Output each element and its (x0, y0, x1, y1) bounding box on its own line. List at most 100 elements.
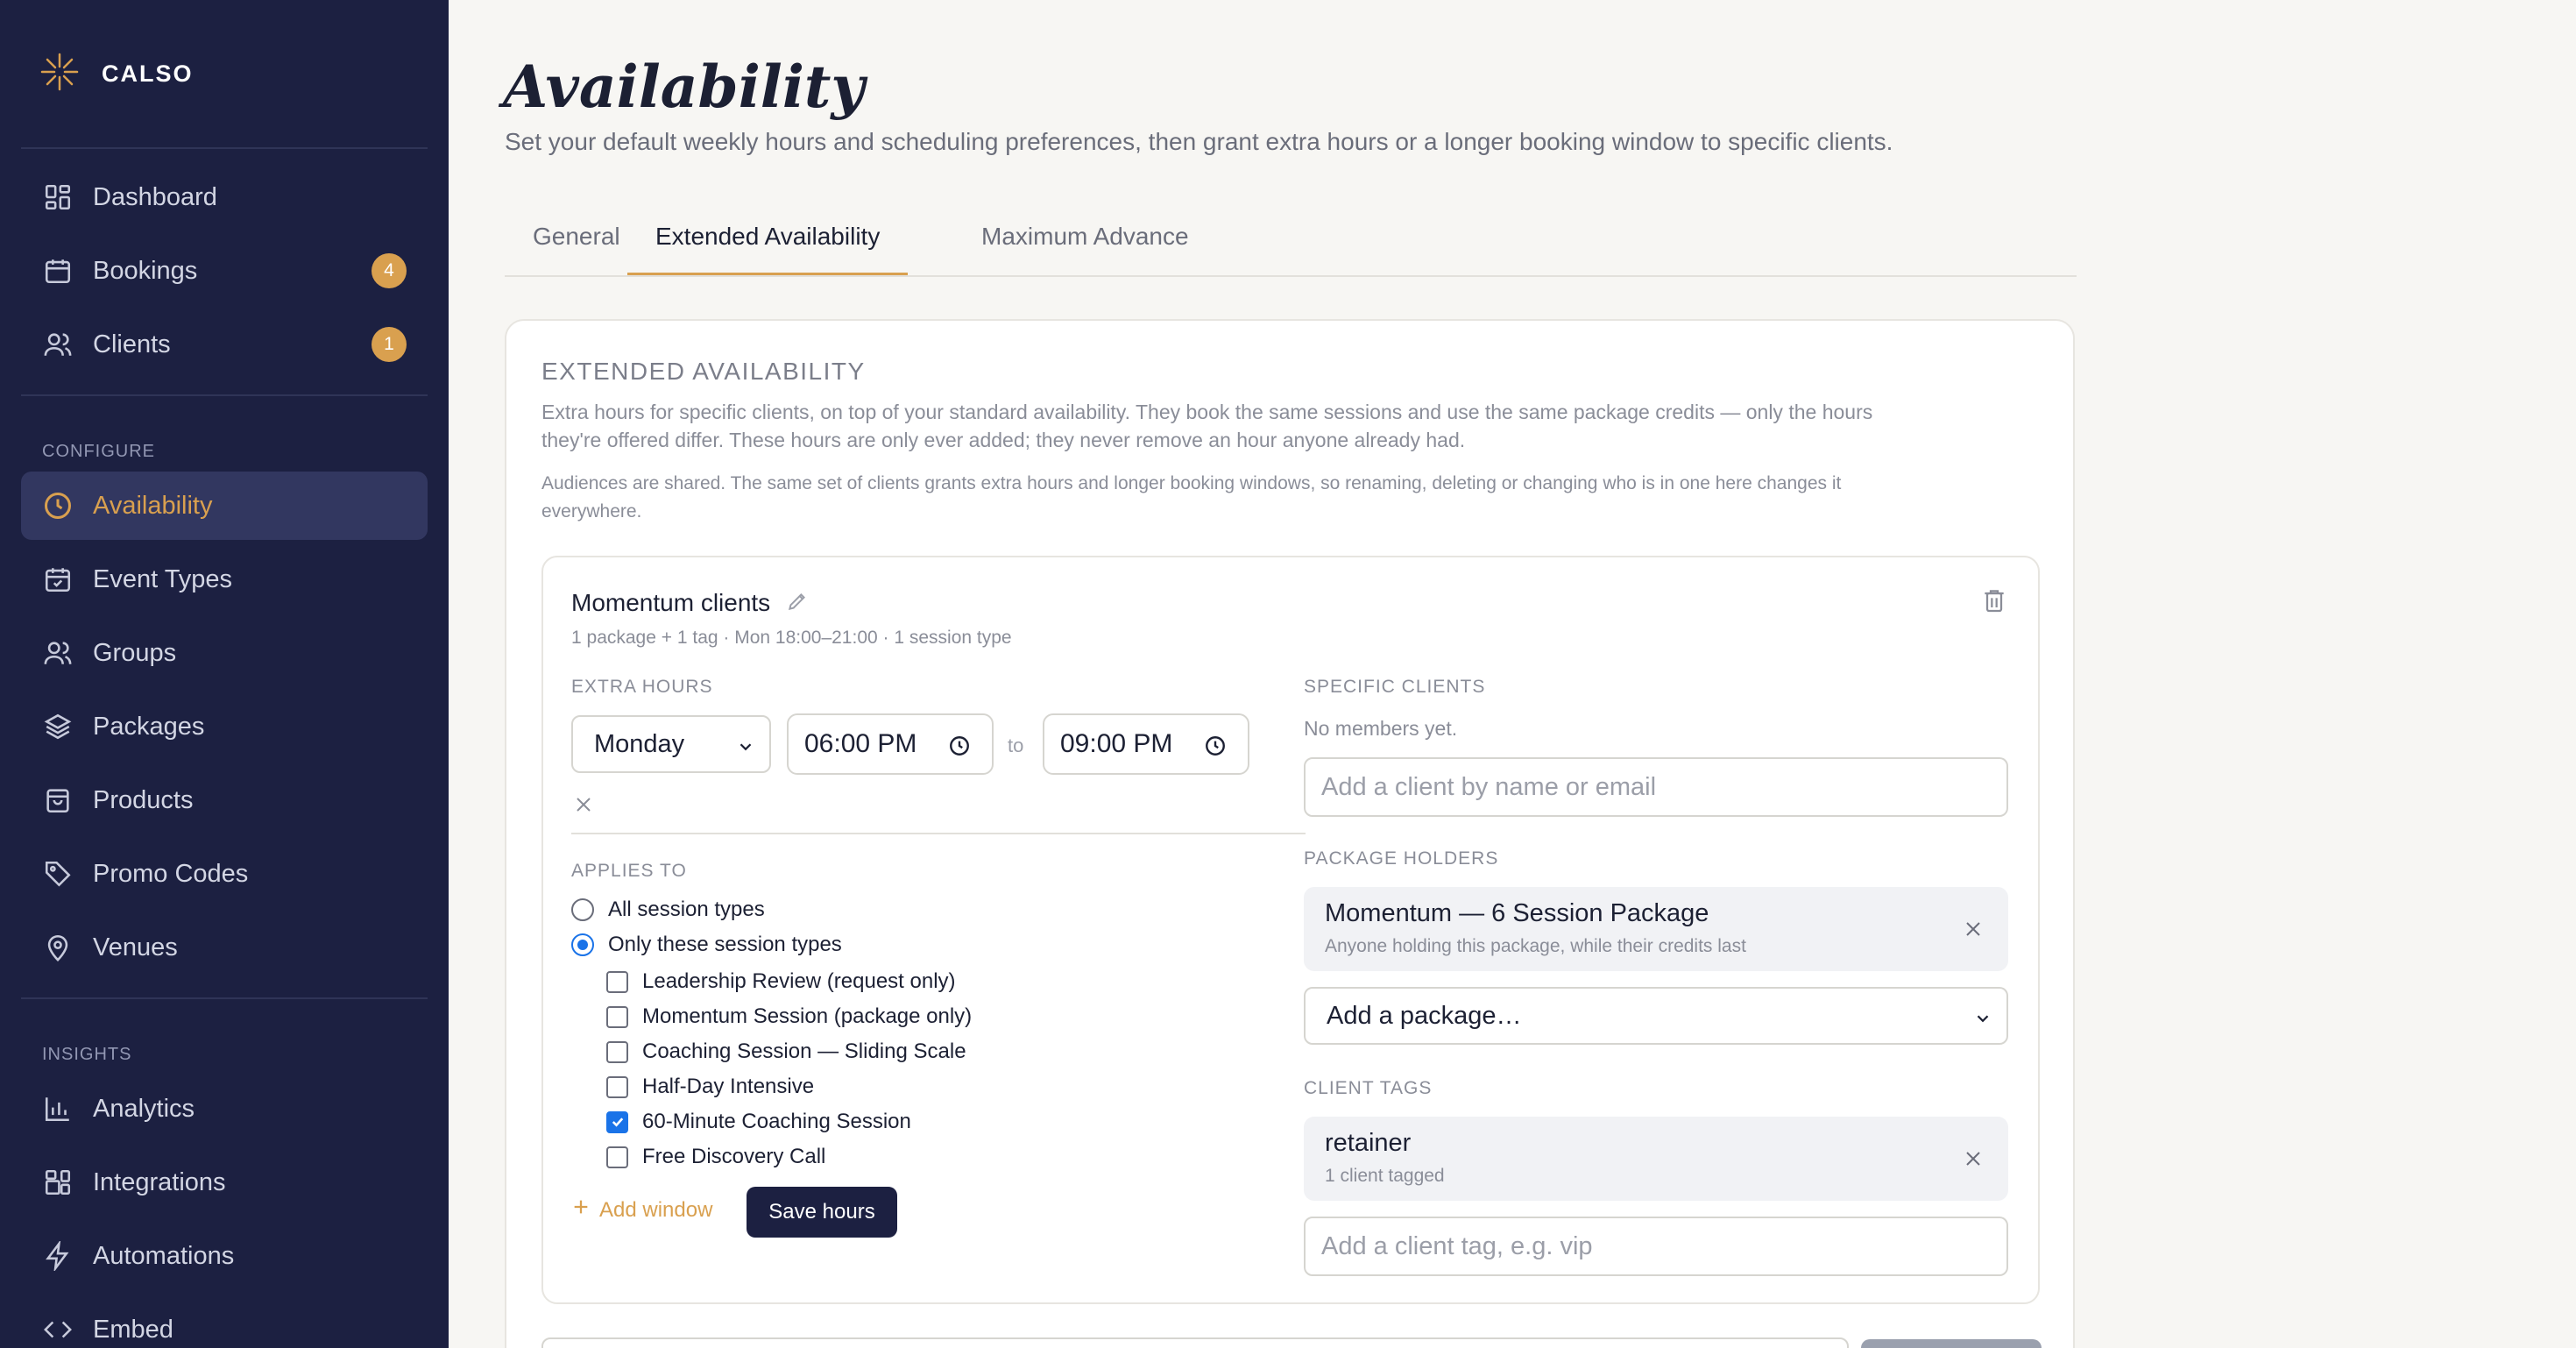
applies-to-label: APPLIES TO (571, 861, 687, 881)
sidebar-item-dashboard[interactable]: Dashboard (21, 163, 428, 231)
checkbox[interactable] (606, 1040, 628, 1063)
sidebar-item-groups[interactable]: Groups (21, 619, 428, 687)
specific-clients-label: SPECIFIC CLIENTS (1304, 677, 1486, 697)
client-tag-input[interactable]: Add a client tag, e.g. vip (1304, 1217, 2008, 1276)
insights-section-label: INSIGHTS (42, 1045, 132, 1064)
add-audience-button[interactable] (1861, 1339, 2042, 1348)
checkbox[interactable] (606, 1146, 628, 1168)
client-tags-label: CLIENT TAGS (1304, 1078, 1433, 1098)
logo-sun-icon (39, 51, 81, 97)
sidebar-item-integrations[interactable]: Integrations (21, 1148, 428, 1217)
session-type-checkbox[interactable]: Coaching Session — Sliding Scale (606, 1039, 966, 1064)
configure-section-label: CONFIGURE (42, 442, 155, 461)
checkbox-label: Coaching Session — Sliding Scale (642, 1039, 966, 1063)
remove-tag-icon[interactable] (1963, 1148, 1984, 1174)
sidebar-item-packages[interactable]: Packages (21, 692, 428, 761)
checkbox-label: Half-Day Intensive (642, 1075, 815, 1098)
layers-icon (42, 711, 74, 742)
tag-icon (42, 858, 74, 890)
save-hours-button[interactable]: Save hours (747, 1187, 897, 1238)
brand[interactable]: CALSO (39, 51, 194, 97)
add-window-button[interactable]: Add window (571, 1197, 712, 1223)
sidebar-item-bookings[interactable]: Bookings 4 (21, 237, 428, 305)
users-icon (42, 329, 74, 360)
remove-window-icon[interactable] (573, 794, 594, 819)
session-type-checkbox[interactable]: Momentum Session (package only) (606, 1004, 972, 1029)
sidebar-item-promo-codes[interactable]: Promo Codes (21, 840, 428, 908)
tab-general[interactable]: General (533, 223, 620, 275)
bolt-icon (42, 1240, 74, 1272)
radio-only-these-session-types[interactable]: Only these session types (571, 933, 842, 957)
checkbox[interactable] (606, 1075, 628, 1098)
tab-extended-availability[interactable]: Extended Availability (627, 223, 909, 275)
radio-button[interactable] (571, 933, 594, 956)
chevron-down-icon (1973, 1006, 1992, 1035)
sidebar-item-label: Integrations (93, 1167, 226, 1196)
map-pin-icon (42, 932, 74, 963)
sidebar: CALSO Dashboard Bookings 4 Clients 1 CON… (0, 0, 449, 1348)
new-audience-input[interactable] (541, 1337, 1849, 1348)
session-type-checkbox[interactable]: Leadership Review (request only) (606, 969, 956, 994)
sidebar-item-clients[interactable]: Clients 1 (21, 310, 428, 379)
session-type-checkbox[interactable]: Free Discovery Call (606, 1145, 825, 1169)
add-package-select[interactable]: Add a package… (1304, 987, 2008, 1045)
extended-availability-card: EXTENDED AVAILABILITY Extra hours for sp… (505, 319, 2075, 1348)
sidebar-divider (21, 147, 428, 149)
tab-maximum-advance[interactable]: Maximum Advance (981, 223, 1189, 275)
package-holders-label: PACKAGE HOLDERS (1304, 848, 1499, 869)
client-search-input[interactable]: Add a client by name or email (1304, 757, 2008, 817)
audience-panel: Momentum clients 1 package + 1 tag · Mon… (541, 556, 2040, 1304)
pencil-icon[interactable] (786, 590, 809, 619)
session-type-checkbox[interactable]: 60-Minute Coaching Session (606, 1110, 911, 1134)
sidebar-item-label: Bookings (93, 256, 198, 285)
sidebar-item-analytics[interactable]: Analytics (21, 1075, 428, 1143)
calendar-icon (42, 255, 74, 287)
sidebar-item-products[interactable]: Products (21, 766, 428, 834)
sidebar-item-label: Embed (93, 1315, 173, 1344)
start-time-input[interactable]: 06:00 PM (787, 713, 994, 775)
sidebar-item-label: Venues (93, 933, 178, 961)
checkbox[interactable] (606, 1005, 628, 1028)
bar-chart-icon (42, 1093, 74, 1125)
sidebar-item-label: Availability (93, 491, 213, 520)
checkbox-checked[interactable] (606, 1110, 628, 1133)
day-select[interactable]: Monday (571, 715, 771, 773)
shared-audiences-note: Audiences are shared. The same set of cl… (541, 470, 2040, 526)
group-icon (42, 637, 74, 669)
sidebar-item-venues[interactable]: Venues (21, 913, 428, 982)
tab-bar: General Extended Availability Maximum Ad… (505, 209, 2077, 277)
description-line: they're offered differ. These hours are … (541, 429, 1466, 451)
calendar-check-icon (42, 564, 74, 595)
package-chip-subtitle: Anyone holding this package, while their… (1325, 936, 1746, 956)
grid-icon (42, 181, 74, 213)
tag-input-placeholder: Add a client tag, e.g. vip (1321, 1231, 1593, 1260)
tag-chip-title: retainer (1325, 1129, 1412, 1157)
radio-all-session-types[interactable]: All session types (571, 897, 765, 922)
sidebar-item-embed[interactable]: Embed (21, 1295, 428, 1348)
puzzle-icon (42, 1167, 74, 1198)
checkbox[interactable] (606, 970, 628, 993)
remove-package-icon[interactable] (1963, 919, 1984, 944)
add-package-value: Add a package… (1327, 1001, 1522, 1030)
sidebar-item-label: Clients (93, 330, 171, 358)
end-time-input[interactable]: 09:00 PM (1043, 713, 1249, 775)
clock-icon (948, 734, 971, 764)
to-label: to (1008, 734, 1024, 756)
day-select-value: Monday (594, 729, 685, 758)
tag-chip-subtitle: 1 client tagged (1325, 1166, 1445, 1186)
add-window-label: Add window (599, 1197, 713, 1222)
sidebar-item-event-types[interactable]: Event Types (21, 545, 428, 614)
section-heading: EXTENDED AVAILABILITY (541, 358, 866, 385)
sidebar-item-automations[interactable]: Automations (21, 1222, 428, 1290)
radio-button[interactable] (571, 898, 594, 921)
sidebar-item-availability[interactable]: Availability (21, 472, 428, 540)
package-chip-title: Momentum — 6 Session Package (1325, 899, 1709, 927)
tag-chip: retainer 1 client tagged (1304, 1117, 2008, 1201)
sidebar-item-label: Dashboard (93, 182, 217, 211)
clients-count-badge: 1 (372, 327, 407, 362)
checkbox-label: 60-Minute Coaching Session (642, 1110, 911, 1133)
session-type-checkbox[interactable]: Half-Day Intensive (606, 1075, 814, 1099)
start-time-value: 06:00 PM (804, 729, 917, 758)
page-title: Availability (503, 53, 865, 121)
trash-icon[interactable] (1980, 585, 2008, 620)
